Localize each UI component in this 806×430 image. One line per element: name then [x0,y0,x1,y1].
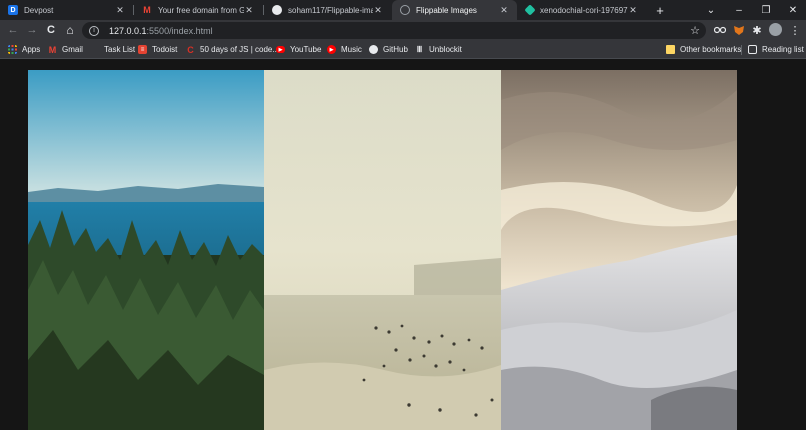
close-window-button[interactable]: ✕ [785,2,801,18]
netlify-icon [524,4,536,16]
music-icon: ▶ [327,45,336,54]
image-beach[interactable] [264,70,501,430]
globe-icon [400,5,410,15]
bookmark-gmail[interactable]: M Gmail [48,43,83,56]
gmail-icon: M [143,5,151,15]
forward-button[interactable]: → [25,23,39,37]
tab-title: Flippable Images [416,5,477,15]
tab-title: soham117/Flippable-images [288,5,373,15]
home-button[interactable]: ⌂ [63,23,77,37]
reload-button[interactable]: C [44,23,58,37]
todoist-icon: ≡ [138,45,147,54]
image-snow-mountain[interactable] [501,70,737,430]
bookmark-label: Task List [104,45,136,54]
bookmark-label: GitHub [383,45,408,54]
github-icon [272,5,282,15]
tab-devpost[interactable]: D Devpost ✕ [0,0,133,20]
tab-gmail[interactable]: M Your free domain from GoDaddy ✕ [134,0,262,20]
bookmark-label: Reading list [762,45,804,54]
reading-list-icon [748,45,757,54]
tab-search-button[interactable]: ⌄ [703,2,719,18]
close-icon[interactable]: ✕ [628,5,638,15]
bookmark-apps[interactable]: Apps [8,43,40,56]
puzzle-icon[interactable]: ✱ [751,24,763,37]
bookmark-label: Gmail [62,45,83,54]
folder-icon [666,45,675,54]
close-icon[interactable]: ✕ [244,5,254,15]
close-icon[interactable]: ✕ [499,5,509,15]
bookmark-label: Apps [22,45,41,54]
page-content [0,59,806,430]
bookmark-divider [741,45,742,55]
tab-title: xenodochial-cori-197697 | Sa [540,5,628,15]
metamask-icon[interactable] [733,24,745,36]
close-icon[interactable]: ✕ [373,5,383,15]
bookmark-label: Todoist [152,45,178,54]
url-path: :5500/index.html [146,25,213,36]
tab-github[interactable]: soham117/Flippable-images ✕ [264,0,391,20]
bookmark-star-icon[interactable]: ☆ [690,24,700,37]
devpost-icon: D [8,5,18,15]
tab-title: Devpost [24,5,54,15]
tab-netlify[interactable]: xenodochial-cori-197697 | Sa ✕ [518,0,646,20]
image-forest-lake[interactable] [28,70,264,430]
url-text[interactable]: 127.0.0.1:5500/index.html [109,26,213,36]
bookmark-label: 50 days of JS | code... [200,45,280,54]
forest-lake-image [28,70,264,430]
youtube-icon: ▶ [276,46,285,53]
bookmark-label: Music [341,45,362,54]
new-tab-button[interactable]: + [652,2,668,18]
site-info-icon[interactable]: i [89,25,99,36]
bookmark-todoist[interactable]: ≡ Todoist [138,43,177,56]
tab-flippable-images[interactable]: Flippable Images ✕ [392,0,517,20]
c-icon: C [187,44,194,55]
url-host: 127.0.0.1 [109,25,147,36]
tab-title: Your free domain from GoDaddy [158,5,244,15]
bookmark-github[interactable]: GitHub [369,43,408,56]
avatar[interactable] [769,23,782,36]
bookmark-other-bookmarks[interactable]: Other bookmarks [666,43,741,56]
bookmark-task-list[interactable]: Task List [104,43,135,56]
bookmarks-bar: Apps M Gmail Task List ≡ Todoist C 50 da… [0,41,806,59]
bookmark-label: YouTube [290,45,322,54]
bookmark-label: Unblockit [429,45,462,54]
beach-image [264,70,501,430]
tab-strip: D Devpost ✕ M Your free domain from GoDa… [0,0,806,20]
back-button[interactable]: ← [6,23,20,37]
restore-button[interactable]: ❐ [758,2,774,18]
extension-icon[interactable] [714,24,726,36]
github-icon [369,45,378,54]
browser-toolbar: ← → C ⌂ i 127.0.0.1:5500/index.html ☆ ✱ … [0,20,806,41]
apps-grid-icon [8,45,17,54]
gmail-icon: M [48,44,57,55]
bookmark-youtube[interactable]: ▶ YouTube [276,43,321,56]
bookmark-unblockit[interactable]: Ⅲ Unblockit [415,43,462,56]
bookmark-music[interactable]: ▶ Music [327,43,362,56]
snow-mountain-image [501,70,737,430]
menu-icon[interactable]: ⋮ [789,24,801,37]
minimize-button[interactable]: – [731,2,747,18]
close-icon[interactable]: ✕ [115,5,125,15]
bookmark-reading-list[interactable]: Reading list [748,43,804,56]
bookmark-label: Other bookmarks [680,45,742,54]
bookmark-50-days-of-js[interactable]: C 50 days of JS | code... [186,43,279,56]
address-bar[interactable]: i 127.0.0.1:5500/index.html ☆ [82,22,706,39]
unblockit-icon: Ⅲ [416,45,423,54]
